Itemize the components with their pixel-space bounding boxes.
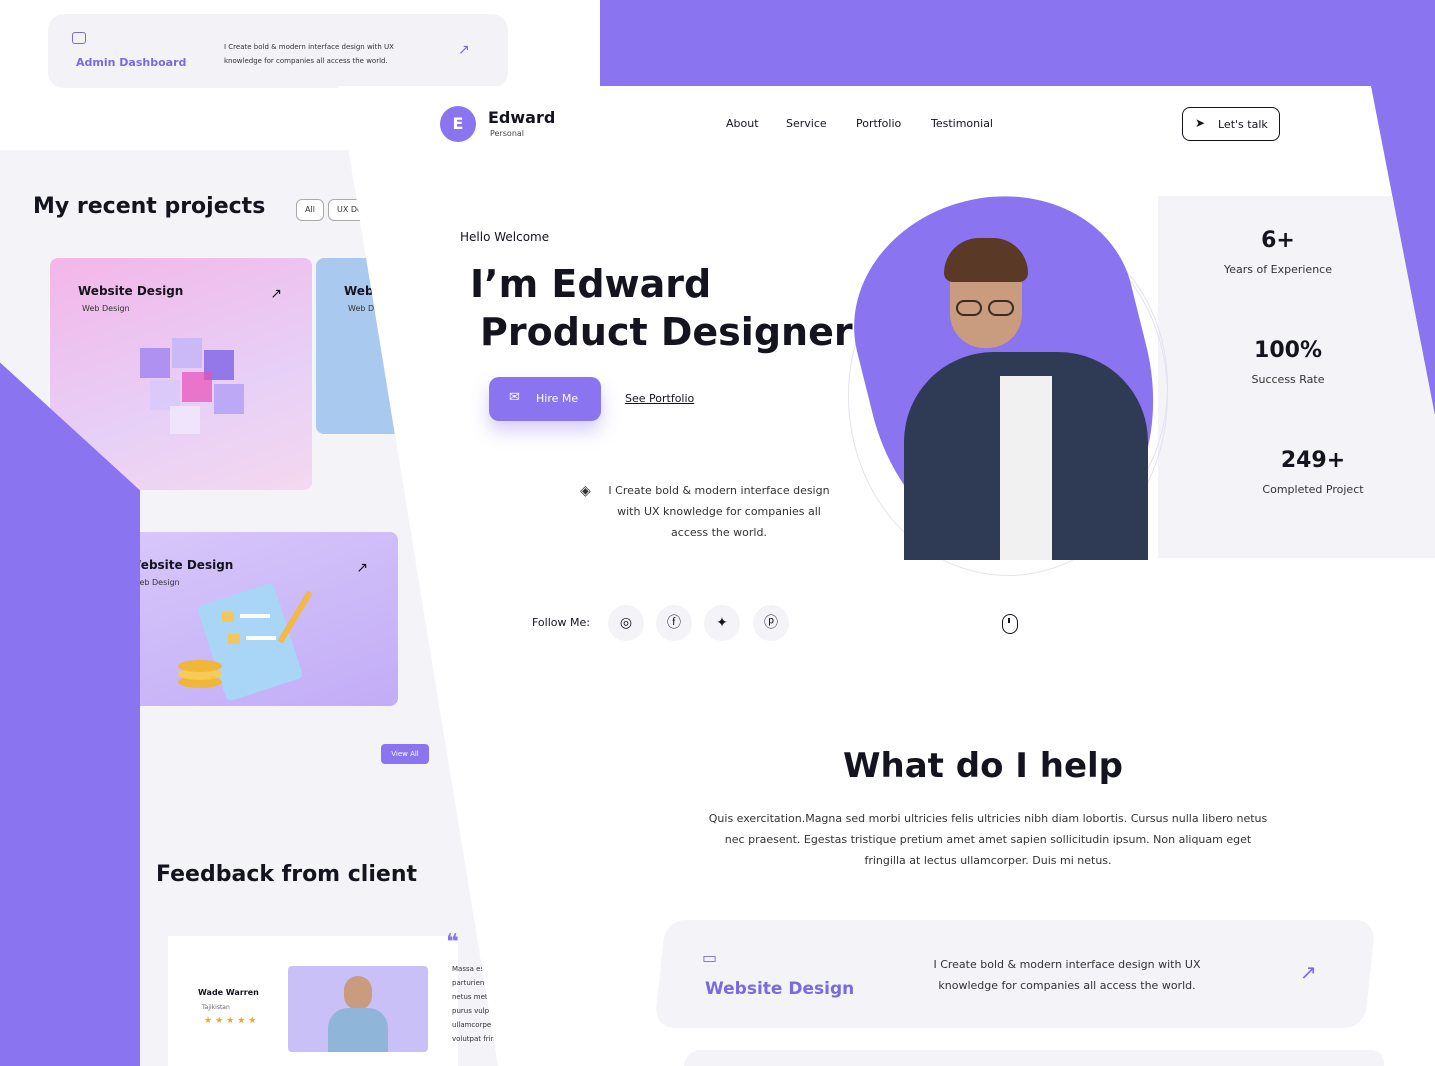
- twitter-icon[interactable]: ✦: [704, 605, 740, 641]
- stat-value: 249+: [1280, 448, 1346, 473]
- hire-me-button[interactable]: ✉ Hire Me: [489, 377, 601, 421]
- view-all-button[interactable]: View All: [381, 744, 429, 764]
- document-illustration: [178, 583, 313, 701]
- nav-portfolio[interactable]: Portfolio: [856, 117, 901, 130]
- help-section-desc: Quis exercitation.Magna sed morbi ultric…: [708, 812, 1268, 867]
- hero-title-line2: Product Designer: [480, 310, 853, 354]
- hire-me-label: Hire Me: [536, 392, 579, 405]
- hero-title-line1: I’m Edward: [470, 262, 712, 306]
- stat-label: Completed Project: [1262, 483, 1364, 496]
- see-portfolio-link[interactable]: See Portfolio: [625, 392, 694, 405]
- admin-card-title: Admin Dashboard: [76, 56, 187, 69]
- stat-value: 100%: [1254, 338, 1322, 363]
- rating-stars: ★★★★★: [204, 1016, 260, 1026]
- client-photo: [288, 966, 428, 1052]
- arrow-up-right-icon[interactable]: ↗: [270, 286, 282, 302]
- cube-illustration: [140, 338, 244, 434]
- admin-dashboard-card[interactable]: Admin Dashboard I Create bold & modern i…: [48, 14, 508, 88]
- service-title: Website Design: [705, 979, 855, 999]
- filter-all[interactable]: All: [296, 199, 324, 221]
- follow-label: Follow Me:: [532, 616, 590, 629]
- scroll-mouse-icon[interactable]: [1002, 614, 1018, 634]
- client-name: Wade Warren: [198, 988, 259, 997]
- send-icon: ➤: [1195, 116, 1206, 130]
- nav-service[interactable]: Service: [786, 117, 827, 130]
- feedback-title: Feedback from client: [156, 862, 417, 887]
- service-desc: I Create bold & modern interface design …: [933, 958, 1201, 992]
- project-title: Website Design: [78, 284, 184, 298]
- stat-label: Success Rate: [1251, 373, 1325, 386]
- monitor-icon: ▭: [702, 948, 718, 967]
- mail-icon: ✉: [509, 390, 520, 405]
- stat-projects: 249+ Completed Project: [1258, 448, 1368, 499]
- arrow-up-right-icon[interactable]: ↗: [458, 42, 470, 58]
- portrait-glasses: [956, 300, 1020, 316]
- stat-value: 6+: [1261, 228, 1295, 253]
- stat-success: 100% Success Rate: [1233, 338, 1343, 389]
- project-card[interactable]: Website Design Web Design ↗: [100, 532, 398, 706]
- hero-greeting: Hello Welcome: [460, 230, 550, 244]
- client-location: Tajikistan: [202, 1004, 230, 1011]
- help-section-title: What do I help: [843, 746, 1124, 786]
- pinterest-icon[interactable]: ⓟ: [753, 605, 789, 641]
- diamond-icon: ◈: [580, 483, 591, 499]
- nav-about[interactable]: About: [726, 117, 759, 130]
- arrow-up-right-icon[interactable]: ↗: [356, 560, 368, 576]
- logo-name[interactable]: Edward: [488, 108, 555, 127]
- portrait-tee: [1000, 376, 1052, 560]
- service-card[interactable]: [682, 1050, 1386, 1066]
- nav-testimonial[interactable]: Testimonial: [931, 117, 993, 130]
- logo-subtitle: Personal: [490, 129, 525, 138]
- layout-icon: [72, 32, 86, 44]
- instagram-icon[interactable]: ◎: [608, 605, 644, 641]
- recent-projects-title: My recent projects: [33, 194, 266, 219]
- hero-description: I Create bold & modern interface design …: [608, 484, 830, 539]
- stat-label: Years of Experience: [1224, 263, 1332, 276]
- admin-card-desc: I Create bold & modern interface design …: [224, 43, 394, 65]
- lets-talk-button[interactable]: ➤ Let's talk: [1182, 107, 1280, 141]
- lets-talk-label: Let's talk: [1218, 118, 1268, 131]
- main-page: E Edward Personal About Service Portfoli…: [338, 86, 1435, 1066]
- logo-badge[interactable]: E: [440, 106, 476, 142]
- project-title: Website Design: [128, 558, 234, 572]
- project-category: Web Design: [82, 304, 130, 313]
- facebook-icon[interactable]: ⓕ: [656, 605, 692, 641]
- testimonial-card: Wade Warren Tajikistan ★★★★★: [168, 936, 458, 1066]
- stat-experience: 6+ Years of Experience: [1223, 228, 1333, 279]
- quote-icon: ❝: [446, 930, 459, 955]
- arrow-up-right-icon[interactable]: ↗: [1300, 960, 1317, 984]
